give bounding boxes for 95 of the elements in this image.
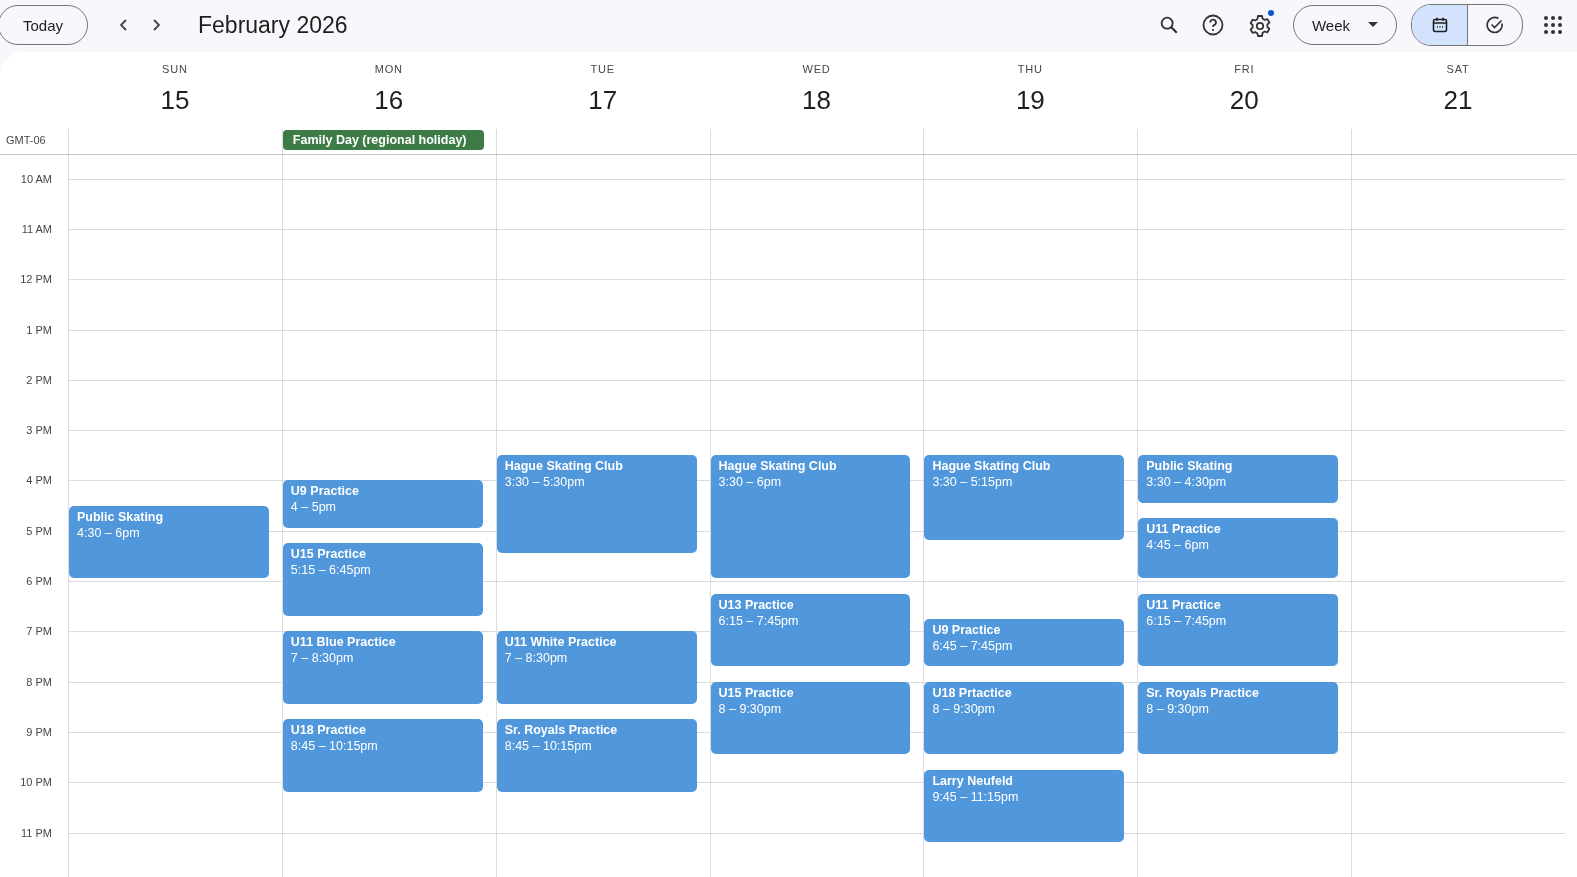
date-number[interactable]: 19 <box>1015 85 1045 116</box>
hour-label: 8 PM <box>26 675 52 688</box>
event-title: Hague Skating Club <box>504 458 624 475</box>
hour-label: 12 PM <box>20 273 52 286</box>
date-number[interactable]: 18 <box>802 85 831 116</box>
weekday-label: THU <box>1017 63 1043 75</box>
event-block[interactable]: U18 Prtactice 8 – 9:30pm <box>924 681 1125 755</box>
caret-icon <box>1368 22 1379 28</box>
search-icon <box>1158 14 1180 36</box>
event-time: 5:15 – 6:45pm <box>290 562 372 579</box>
event-title: U15 Practice <box>718 684 795 701</box>
event-title: U11 Practice <box>1146 596 1222 613</box>
weekday-label: SUN <box>162 63 188 75</box>
event-title: U15 Practice <box>290 546 367 563</box>
event-block[interactable]: U9 Practice 4 – 5pm <box>282 480 483 528</box>
event-title: Larry Neufeld <box>932 772 1014 789</box>
event-time: 8 – 9:30pm <box>1146 700 1210 717</box>
event-time: 6:15 – 7:45pm <box>718 612 800 629</box>
hour-label: 10 AM <box>20 172 52 185</box>
apps-grid-icon <box>1544 16 1562 34</box>
hour-label: 11 PM <box>21 826 52 839</box>
event-title: Sr. Royals Practice <box>1146 684 1260 701</box>
hour-label: 9 PM <box>26 725 52 738</box>
month-title: February 2026 <box>198 11 348 39</box>
date-number[interactable]: 21 <box>1443 85 1473 116</box>
event-title: U18 Prtactice <box>932 684 1013 701</box>
weekday-label: TUE <box>590 63 615 75</box>
event-block[interactable]: U11 White Practice 7 – 8:30pm <box>496 631 697 704</box>
event-time: 9:45 – 11:15pm <box>932 788 1020 805</box>
check-circle-icon <box>1485 15 1505 35</box>
event-time: 7 – 8:30pm <box>504 650 569 667</box>
all-day-event[interactable]: Family Day (regional holiday) <box>282 130 484 150</box>
event-block[interactable]: U9 Practice 6:45 – 7:45pm <box>924 618 1125 667</box>
event-block[interactable]: Hague Skating Club 3:30 – 5:30pm <box>496 455 697 553</box>
event-time: 3:30 – 5:15pm <box>932 474 1014 491</box>
event-time: 4:30 – 6pm <box>77 524 141 541</box>
event-time: 8 – 9:30pm <box>718 700 783 717</box>
event-time: 4 – 5pm <box>290 499 337 516</box>
event-time: 8:45 – 10:15pm <box>504 738 593 755</box>
hour-label: 7 PM <box>26 625 52 638</box>
event-block[interactable]: Sr. Royals Practice 8:45 – 10:15pm <box>496 719 697 792</box>
event-title: U11 White Practice <box>504 634 618 651</box>
event-title: Public Skating <box>1146 458 1234 475</box>
event-time: 6:15 – 7:45pm <box>1146 612 1228 629</box>
event-block[interactable]: U11 Practice 6:15 – 7:45pm <box>1138 593 1339 667</box>
event-time: 4:45 – 6pm <box>1146 537 1210 554</box>
event-block[interactable]: Sr. Royals Practice 8 – 9:30pm <box>1138 681 1339 755</box>
event-time: 8:45 – 10:15pm <box>290 738 379 755</box>
event-block[interactable]: U18 Practice 8:45 – 10:15pm <box>282 719 483 792</box>
event-time: 8 – 9:30pm <box>932 700 996 717</box>
date-number[interactable]: 20 <box>1229 85 1259 116</box>
event-title: U11 Practice <box>1146 521 1222 538</box>
hour-label: 4 PM <box>26 474 52 487</box>
event-title: Hague Skating Club <box>718 458 838 475</box>
help-icon <box>1201 13 1225 37</box>
event-block[interactable]: U11 Practice 4:45 – 6pm <box>1138 518 1339 579</box>
weekday-label: SAT <box>1446 63 1470 75</box>
event-block[interactable]: Hague Skating Club 3:30 – 5:15pm <box>924 455 1125 541</box>
calendar-icon <box>1430 16 1449 34</box>
weekday-label: WED <box>802 63 831 75</box>
event-title: U18 Practice <box>290 722 367 739</box>
hour-label: 1 PM <box>26 323 52 336</box>
hour-label: 11 AM <box>21 222 52 235</box>
weekday-label: FRI <box>1234 63 1255 75</box>
date-number[interactable]: 17 <box>588 85 618 116</box>
event-block[interactable]: U15 Practice 5:15 – 6:45pm <box>282 543 483 616</box>
event-block[interactable]: U13 Practice 6:15 – 7:45pm <box>710 593 911 667</box>
event-block[interactable]: Public Skating 4:30 – 6pm <box>69 505 269 578</box>
event-block[interactable]: Hague Skating Club 3:30 – 6pm <box>710 455 911 579</box>
hour-label: 10 PM <box>20 776 52 789</box>
hour-label: 5 PM <box>26 524 52 537</box>
event-time: 6:45 – 7:45pm <box>932 637 1014 654</box>
date-number[interactable]: 16 <box>374 85 404 116</box>
event-title: U13 Practice <box>718 596 795 613</box>
hour-label: 3 PM <box>26 424 52 437</box>
event-block[interactable]: U15 Practice 8 – 9:30pm <box>710 681 911 755</box>
date-number[interactable]: 15 <box>160 85 190 116</box>
event-block[interactable]: Public Skating 3:30 – 4:30pm <box>1138 455 1339 503</box>
event-time: 3:30 – 5:30pm <box>504 474 586 491</box>
event-title: Sr. Royals Practice <box>504 722 619 739</box>
event-time: 3:30 – 4:30pm <box>1146 474 1228 491</box>
weekday-label: MON <box>374 63 403 75</box>
timezone-label: GMT-06 <box>5 133 47 148</box>
event-block[interactable]: Larry Neufeld 9:45 – 11:15pm <box>924 769 1125 843</box>
event-title: Hague Skating Club <box>932 458 1052 475</box>
event-time: 7 – 8:30pm <box>290 650 355 667</box>
event-title: U9 Practice <box>932 621 1002 638</box>
event-title: U11 Blue Practice <box>290 634 397 651</box>
calendar-view-button[interactable] <box>1412 5 1467 45</box>
event-time: 3:30 – 6pm <box>718 474 783 491</box>
hour-label: 6 PM <box>26 575 52 588</box>
event-title: Public Skating <box>77 508 165 525</box>
event-block[interactable]: U11 Blue Practice 7 – 8:30pm <box>282 631 483 704</box>
hour-label: 2 PM <box>26 373 52 386</box>
event-title: U9 Practice <box>290 483 360 500</box>
